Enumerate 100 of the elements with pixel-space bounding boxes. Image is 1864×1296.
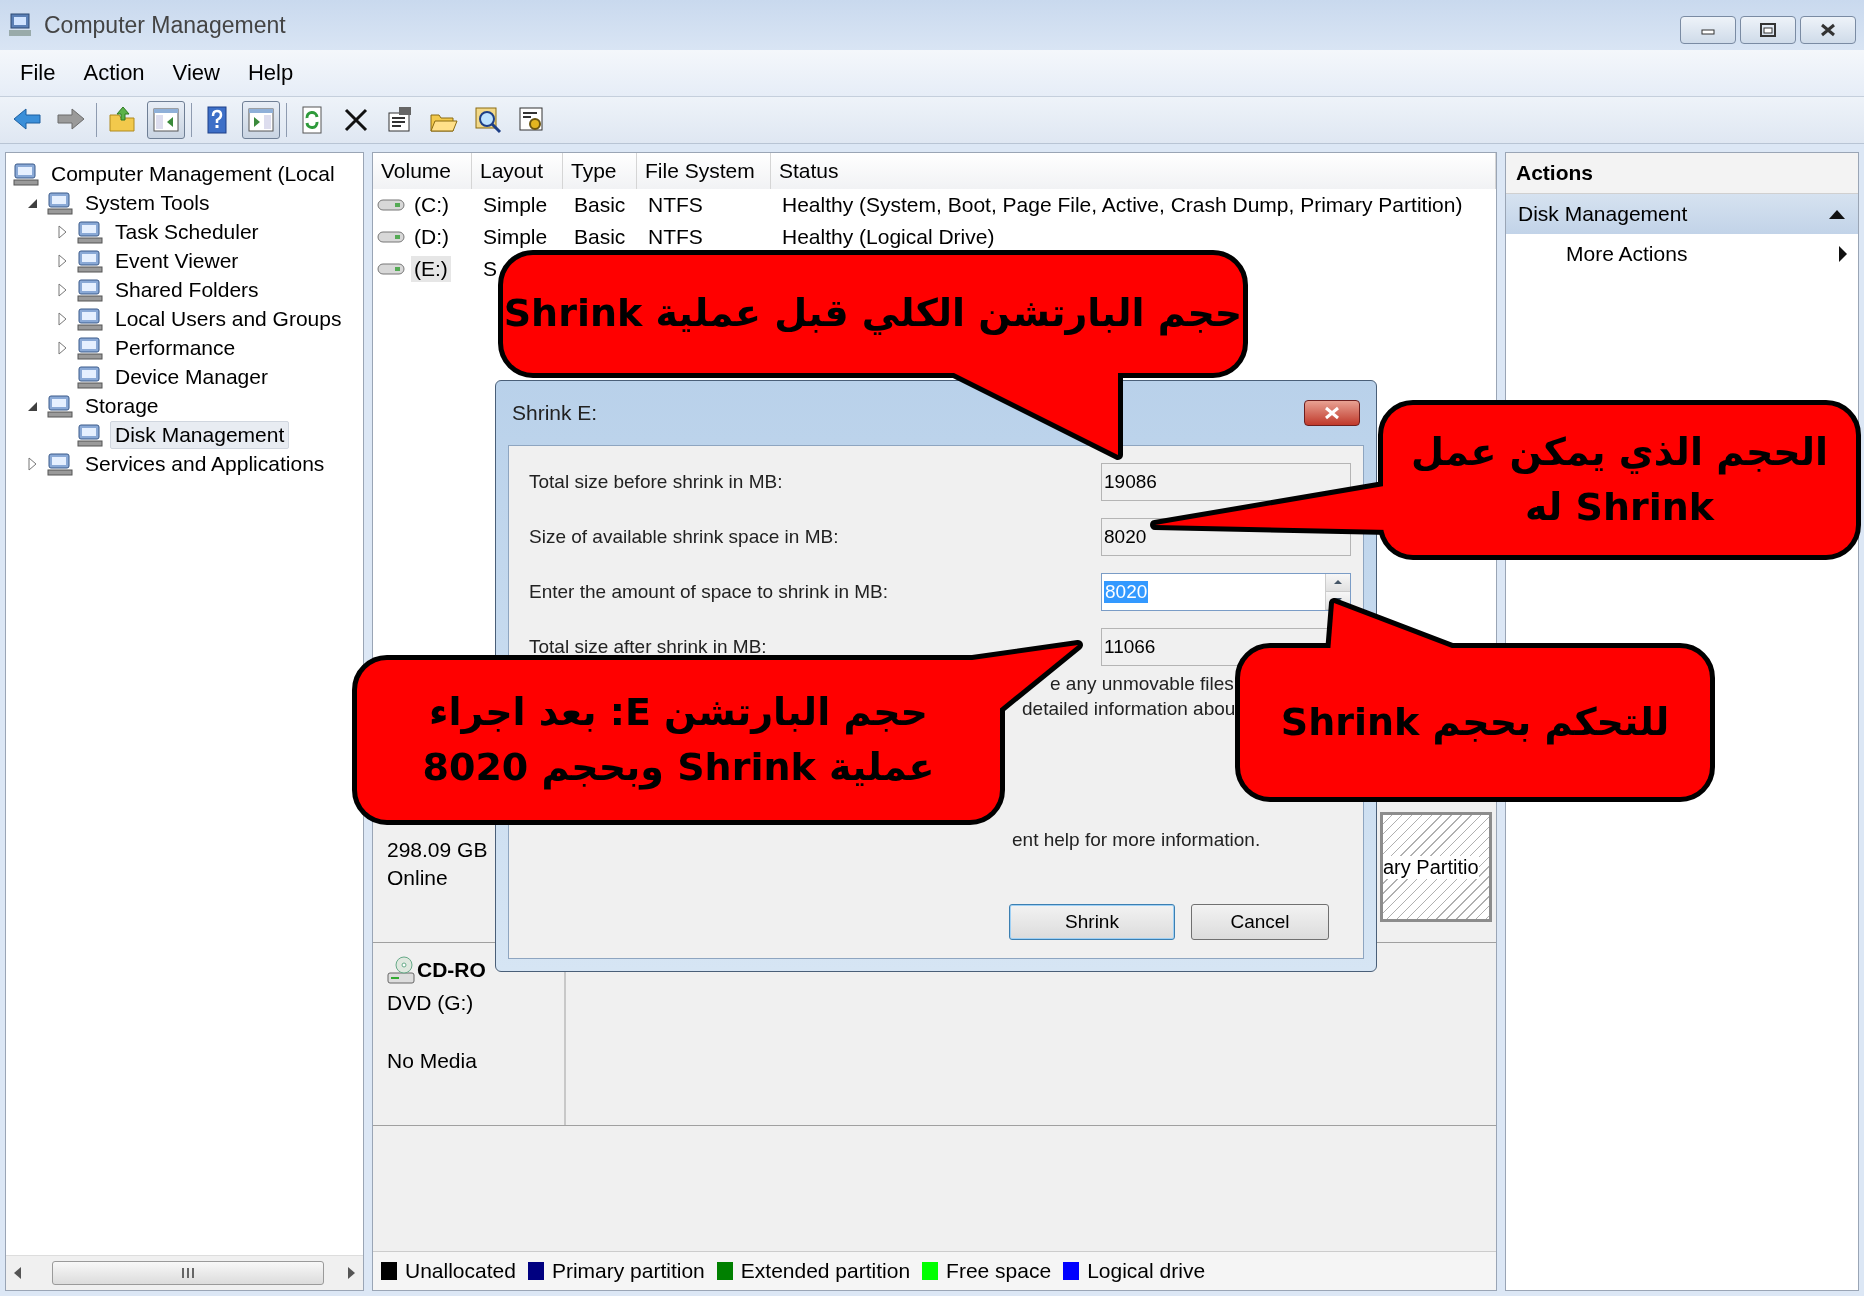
action-item[interactable]: More Actions bbox=[1506, 234, 1858, 274]
disk-name: CD-RO bbox=[417, 958, 486, 982]
close-icon[interactable] bbox=[1322, 405, 1342, 421]
drive-icon bbox=[377, 197, 405, 213]
dialog-button[interactable]: Cancel bbox=[1191, 904, 1329, 940]
table-cell-text: Basic bbox=[573, 192, 627, 218]
menu-item[interactable]: Action bbox=[73, 56, 155, 90]
table-cell-text: NTFS bbox=[647, 192, 704, 218]
tree-item[interactable]: Storage bbox=[80, 391, 164, 420]
table-cell-text: S bbox=[482, 256, 498, 282]
menu-item[interactable]: File bbox=[10, 56, 66, 90]
disk-size: 298.09 GB bbox=[387, 838, 489, 862]
column-header[interactable]: File System bbox=[637, 153, 771, 189]
tree-item[interactable]: Disk Management bbox=[110, 420, 290, 449]
column-header[interactable]: Type bbox=[563, 153, 637, 189]
tree-item[interactable]: Shared Folders bbox=[110, 275, 264, 304]
column-header[interactable]: Status bbox=[771, 153, 1496, 189]
scroll-left-arrow-icon[interactable] bbox=[12, 1266, 22, 1280]
table-cell-text: Simple bbox=[482, 192, 549, 218]
note-text: detailed information abou bbox=[1022, 698, 1236, 720]
computer-icon bbox=[76, 218, 104, 245]
callout-text: حجم البارتشن الكلي قبل عملية Shrink bbox=[503, 290, 1243, 338]
collapsed-arrow-icon[interactable] bbox=[56, 340, 68, 355]
dialog-button[interactable]: Shrink bbox=[1009, 904, 1175, 940]
tree-item[interactable]: Services and Applications bbox=[80, 449, 330, 478]
search-icon bbox=[473, 105, 503, 135]
table-cell[interactable]: (D:) bbox=[411, 224, 452, 250]
pane-title: Actions bbox=[1506, 153, 1858, 194]
callout-text: للتحكم بحجم Shrink bbox=[1280, 698, 1670, 747]
panel-icon bbox=[246, 105, 276, 135]
tree-item[interactable]: Computer Management (Local bbox=[46, 159, 340, 188]
field-label: Total size before shrink in MB: bbox=[529, 470, 784, 493]
collapsed-arrow-icon[interactable] bbox=[56, 282, 68, 297]
partition-block[interactable]: ary Partitio bbox=[1380, 812, 1492, 922]
collapsed-arrow-icon[interactable] bbox=[56, 224, 68, 239]
legend-label: Logical drive bbox=[1087, 1259, 1206, 1283]
field-label: Size of available shrink space in MB: bbox=[529, 525, 840, 548]
scroll-right-arrow-icon[interactable] bbox=[347, 1266, 357, 1280]
tree-item[interactable]: Performance bbox=[110, 333, 241, 362]
computer-icon bbox=[76, 421, 104, 448]
computer-icon bbox=[12, 160, 40, 187]
callout-text: حجم البارتشن E: بعد اجراء عملية Shrink وبحجم 8020 bbox=[422, 688, 935, 792]
legend-label: Primary partition bbox=[551, 1259, 705, 1283]
table-cell-text: Healthy (System, Boot, Page File, Active, Crash Dump, Primary Partition) bbox=[781, 192, 1464, 218]
collapsed-arrow-icon[interactable] bbox=[56, 253, 68, 268]
table-cell-text: NTFS bbox=[647, 224, 704, 250]
horizontal-scrollbar[interactable] bbox=[6, 1255, 363, 1290]
collapsed-arrow-icon[interactable] bbox=[26, 456, 38, 471]
computer-icon bbox=[46, 450, 74, 477]
section-header[interactable]: Disk Management bbox=[1506, 194, 1858, 234]
disk-status: No Media bbox=[387, 1049, 478, 1073]
maximize-button[interactable] bbox=[1740, 16, 1796, 44]
computer-icon bbox=[76, 334, 104, 361]
table-cell[interactable]: (C:) bbox=[411, 192, 452, 218]
table-cell-text: Basic bbox=[573, 224, 627, 250]
drive-icon bbox=[377, 261, 405, 277]
computer-icon bbox=[8, 12, 34, 38]
tree-item[interactable]: Event Viewer bbox=[110, 246, 244, 275]
tree-item[interactable]: Device Manager bbox=[110, 362, 273, 391]
legend-label: Free space bbox=[946, 1259, 1052, 1283]
grip-icon bbox=[180, 1267, 196, 1279]
drive-icon bbox=[377, 229, 405, 245]
tree-item[interactable]: System Tools bbox=[80, 188, 215, 217]
table-cell-text: Healthy (Logical Drive) bbox=[781, 224, 996, 250]
close-icon[interactable] bbox=[1818, 21, 1838, 39]
cd-drive-icon bbox=[387, 955, 417, 985]
disk-status: Online bbox=[387, 866, 449, 890]
column-header[interactable]: Volume bbox=[373, 153, 472, 189]
computer-icon bbox=[76, 305, 104, 332]
computer-icon bbox=[76, 363, 104, 390]
computer-icon bbox=[46, 392, 74, 419]
computer-icon bbox=[46, 189, 74, 216]
partition-label: ary Partitio bbox=[1383, 855, 1479, 879]
note-text: ent help for more information. bbox=[1012, 829, 1261, 851]
folder-up-icon bbox=[107, 105, 137, 135]
menu-item[interactable]: View bbox=[162, 56, 230, 90]
spin-up-icon[interactable] bbox=[1333, 579, 1343, 585]
column-header[interactable]: Layout bbox=[472, 153, 563, 189]
computer-icon bbox=[76, 276, 104, 303]
table-cell-text: Simple bbox=[482, 224, 549, 250]
dialog-title: Shrink E: bbox=[512, 401, 598, 425]
tree-item[interactable]: Task Scheduler bbox=[110, 217, 264, 246]
maximize-icon[interactable] bbox=[1758, 21, 1778, 39]
submenu-arrow-icon bbox=[1838, 245, 1848, 263]
readonly-field: 19086 bbox=[1101, 462, 1351, 501]
field-label: Enter the amount of space to shrink in MB: bbox=[529, 580, 890, 603]
legend-label: Extended partition bbox=[740, 1259, 911, 1283]
close-button[interactable] bbox=[1304, 400, 1360, 426]
collapsed-arrow-icon[interactable] bbox=[56, 311, 68, 326]
note-text: e any unmovable files bbox=[1050, 673, 1234, 695]
menu-item[interactable]: Help bbox=[237, 56, 304, 90]
computer-icon bbox=[76, 247, 104, 274]
callout-text: الحجم الذي يمكن عمل Shrink له bbox=[1411, 428, 1828, 531]
field-label: Total size after shrink in MB: bbox=[529, 635, 768, 658]
close-button[interactable] bbox=[1800, 16, 1856, 44]
tree-item[interactable]: Local Users and Groups bbox=[110, 304, 347, 333]
disk-type: DVD (G:) bbox=[387, 991, 475, 1015]
panel-icon bbox=[151, 105, 181, 135]
window-title: Computer Management bbox=[44, 11, 286, 39]
table-cell[interactable]: (E:) bbox=[411, 256, 451, 282]
